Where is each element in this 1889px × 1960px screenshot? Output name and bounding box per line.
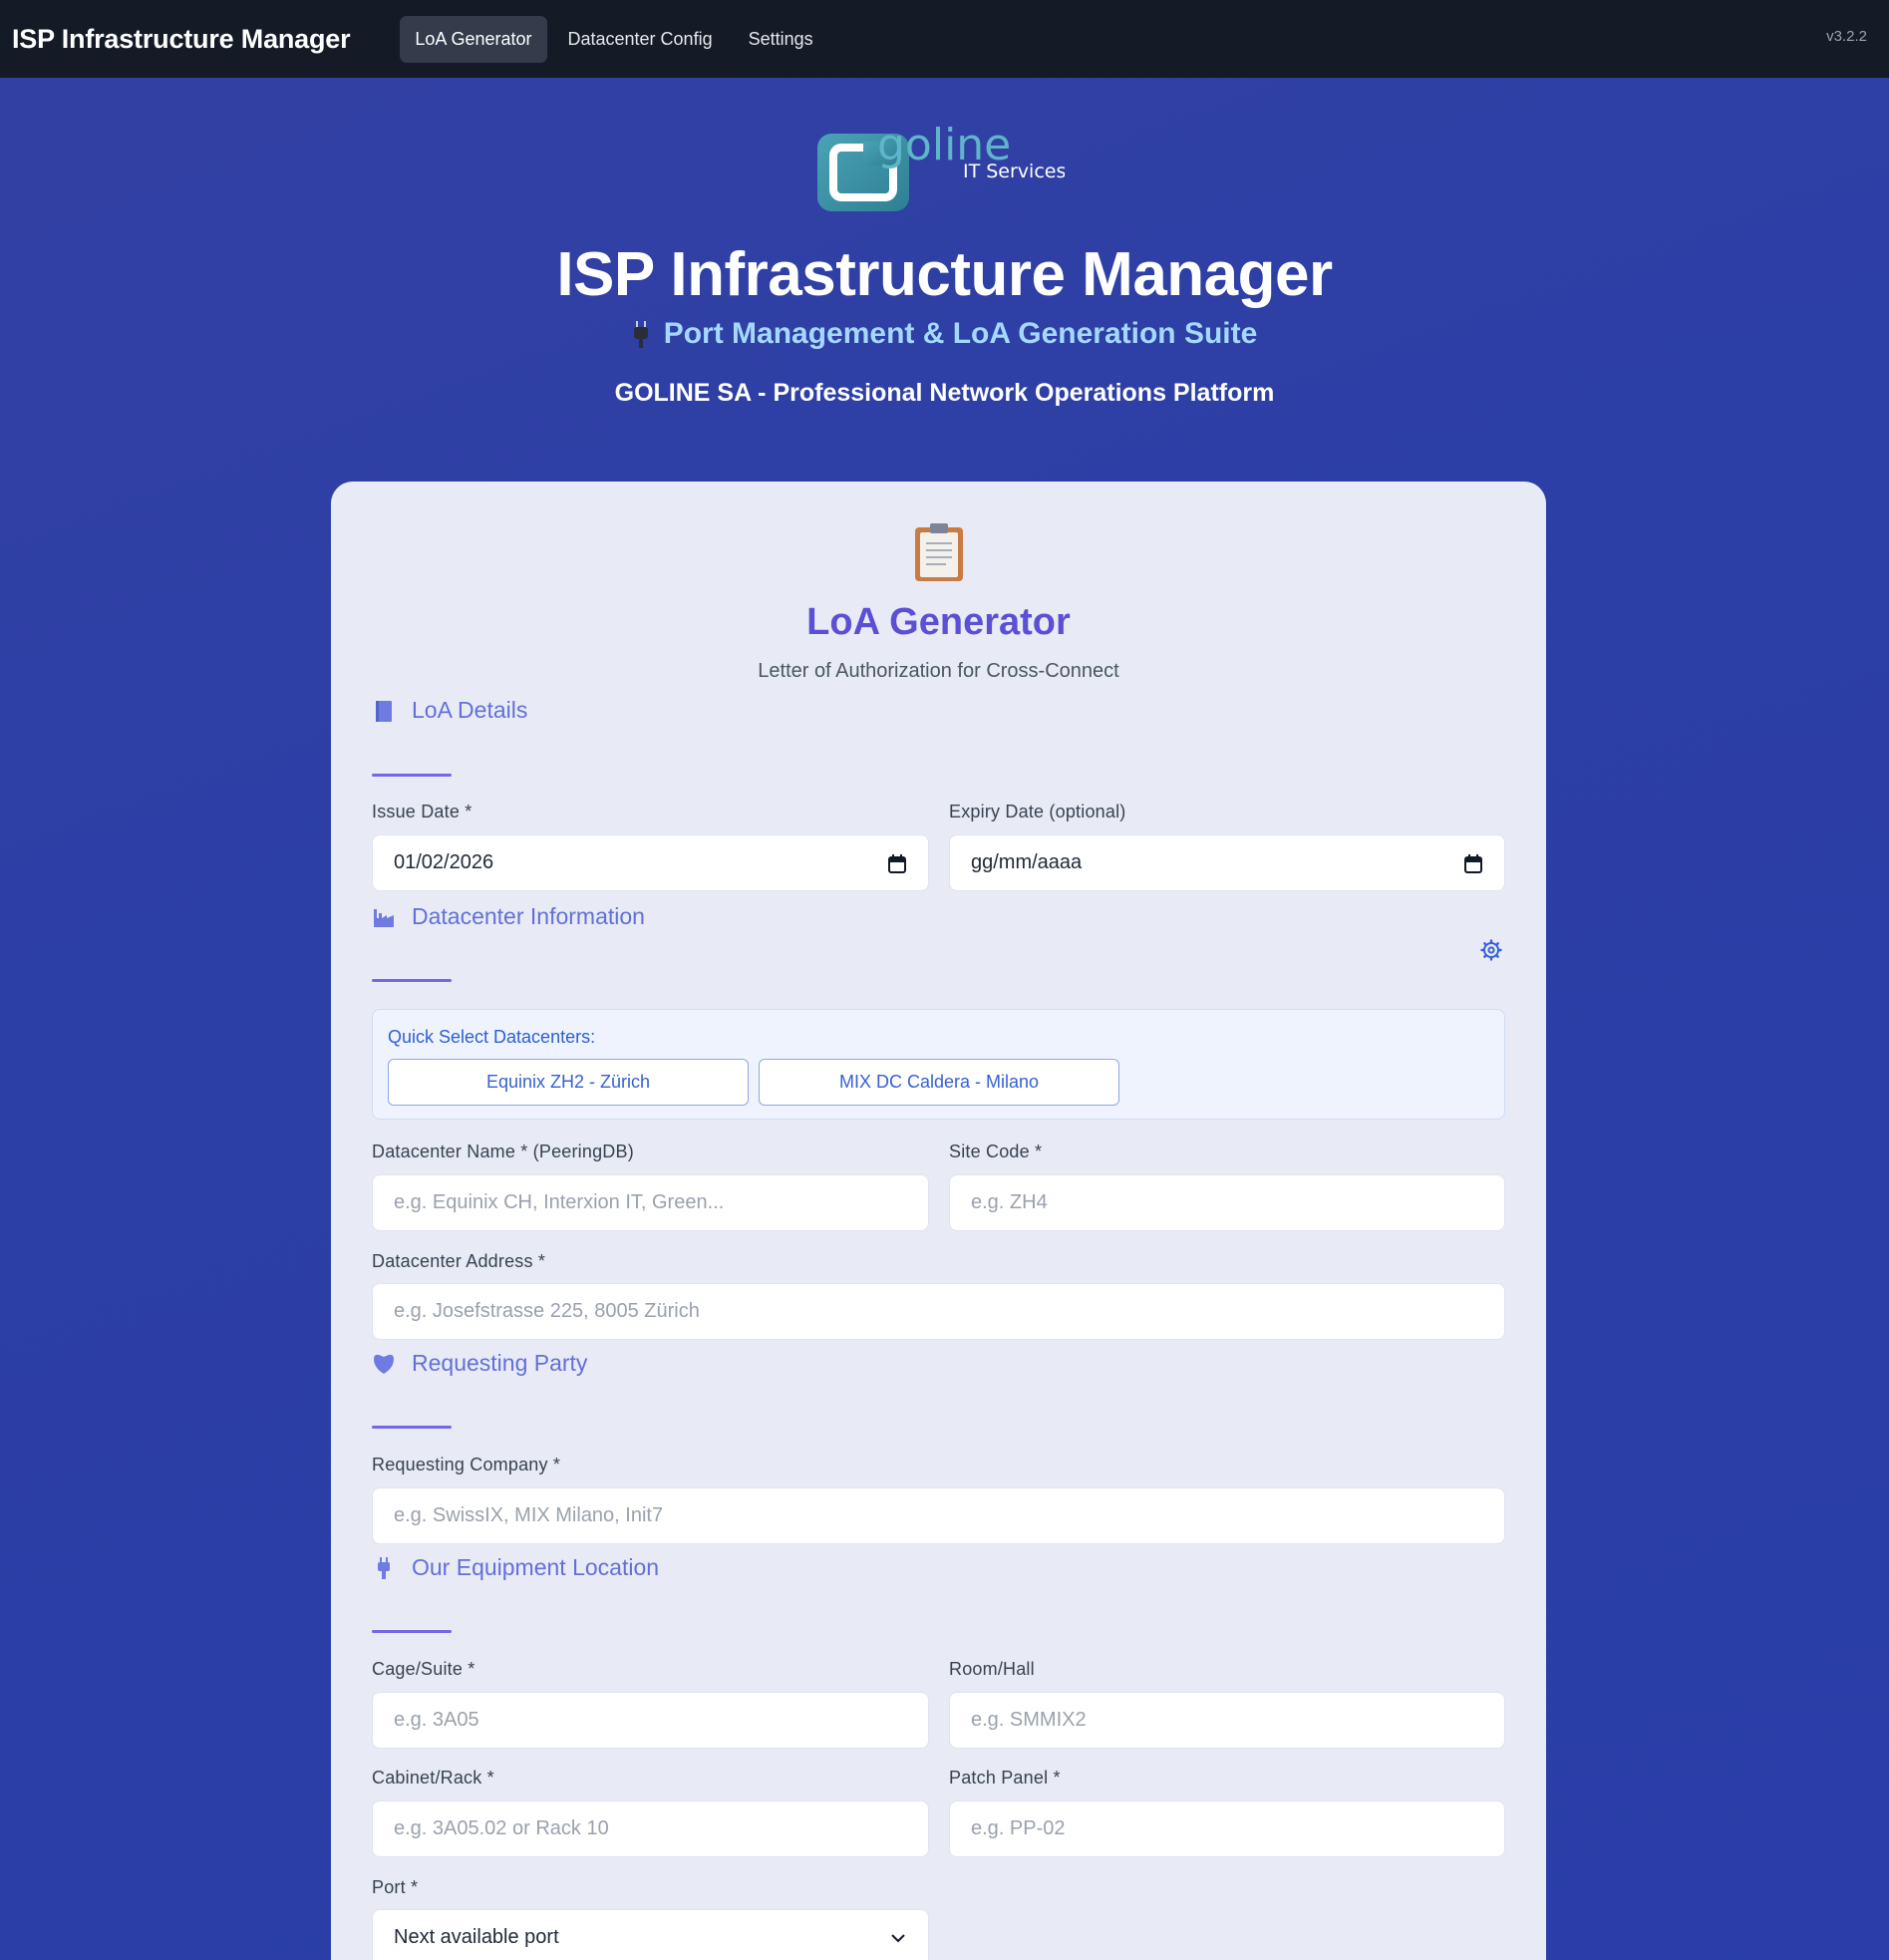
chevron-down-icon[interactable] [890, 1932, 906, 1944]
book-icon [376, 700, 392, 722]
hero-subtitle: Port Management & LoA Generation Suite [0, 317, 1889, 351]
section-underline [372, 774, 452, 777]
expiry-date-value: gg/mm/aaaa [971, 851, 1083, 873]
section-loa-details: LoA Details [372, 697, 527, 724]
plug-icon [378, 1556, 390, 1579]
card-title: LoA Generator [806, 601, 1071, 643]
version-label: v3.2.2 [1826, 28, 1867, 45]
quick-select-label: Quick Select Datacenters: [388, 1027, 596, 1047]
heart-icon [374, 1354, 394, 1374]
expiry-date-label: Expiry Date (optional) [949, 802, 1126, 821]
patch-panel-label: Patch Panel * [949, 1768, 1061, 1788]
section-datacenter-info: Datacenter Information [372, 903, 645, 930]
section-underline [372, 979, 452, 982]
issue-date-input[interactable]: 01/02/2026 [372, 834, 929, 891]
expiry-date-input[interactable]: gg/mm/aaaa [949, 834, 1505, 891]
section-underline [372, 1426, 452, 1429]
quick-select-panel: Quick Select Datacenters: Equinix ZH2 - … [372, 1009, 1505, 1120]
section-title: Datacenter Information [412, 903, 645, 929]
quick-select-equinix-zh2-button[interactable]: Equinix ZH2 - Zürich [388, 1059, 749, 1106]
tab-datacenter-config[interactable]: Datacenter Config [553, 16, 728, 63]
factory-icon [374, 908, 394, 927]
hero-subtitle-text: Port Management & LoA Generation Suite [663, 317, 1258, 350]
section-requesting-party: Requesting Party [372, 1350, 587, 1377]
cage-suite-label: Cage/Suite * [372, 1659, 475, 1679]
nav-tabs: LoA Generator Datacenter Config Settings [400, 15, 828, 63]
quick-select-mix-caldera-button[interactable]: MIX DC Caldera - Milano [759, 1059, 1119, 1106]
section-title: Requesting Party [412, 1350, 588, 1376]
room-hall-label: Room/Hall [949, 1659, 1035, 1679]
navbar-brand[interactable]: ISP Infrastructure Manager [12, 24, 351, 55]
cage-suite-input[interactable]: e.g. 3A05 [372, 1692, 929, 1749]
datacenter-name-input[interactable]: e.g. Equinix CH, Interxion IT, Green... [372, 1174, 929, 1231]
calendar-icon[interactable] [888, 854, 906, 873]
tab-settings[interactable]: Settings [734, 16, 828, 63]
site-code-placeholder: e.g. ZH4 [971, 1191, 1048, 1213]
requesting-company-placeholder: e.g. SwissIX, MIX Milano, Init7 [394, 1504, 664, 1526]
port-select-value: Next available port [394, 1926, 559, 1948]
cage-suite-placeholder: e.g. 3A05 [394, 1709, 479, 1731]
gear-icon[interactable] [1480, 939, 1502, 961]
patch-panel-input[interactable]: e.g. PP-02 [949, 1800, 1505, 1857]
port-label: Port * [372, 1877, 419, 1897]
cabinet-rack-input[interactable]: e.g. 3A05.02 or Rack 10 [372, 1800, 929, 1857]
cabinet-rack-placeholder: e.g. 3A05.02 or Rack 10 [394, 1817, 609, 1839]
site-code-label: Site Code * [949, 1142, 1043, 1161]
card-subtitle: Letter of Authorization for Cross-Connec… [758, 660, 1119, 682]
section-title: LoA Details [412, 697, 528, 723]
top-navbar: ISP Infrastructure Manager LoA Generator… [0, 0, 1889, 78]
cabinet-rack-label: Cabinet/Rack * [372, 1768, 494, 1788]
port-select[interactable]: Next available port [372, 1909, 929, 1960]
hero-title: ISP Infrastructure Manager [556, 240, 1333, 309]
tab-loa-generator[interactable]: LoA Generator [400, 15, 547, 63]
datacenter-address-input[interactable]: e.g. Josefstrasse 225, 8005 Zürich [372, 1283, 1505, 1340]
datacenter-address-label: Datacenter Address * [372, 1251, 546, 1271]
issue-date-value: 01/02/2026 [394, 851, 494, 873]
datacenter-address-placeholder: e.g. Josefstrasse 225, 8005 Zürich [394, 1300, 700, 1322]
requesting-company-label: Requesting Company * [372, 1455, 561, 1474]
room-hall-placeholder: e.g. SMMIX2 [971, 1709, 1087, 1731]
clipboard-icon [915, 523, 963, 581]
section-equipment-location: Our Equipment Location [372, 1554, 659, 1581]
patch-panel-placeholder: e.g. PP-02 [971, 1817, 1066, 1839]
datacenter-name-placeholder: e.g. Equinix CH, Interxion IT, Green... [394, 1191, 725, 1213]
logo-tagline: IT Services [963, 161, 1065, 182]
goline-logo: goline IT Services [815, 120, 1066, 215]
plug-icon [633, 321, 648, 348]
hero-company: GOLINE SA - Professional Network Operati… [614, 379, 1275, 407]
requesting-company-input[interactable]: e.g. SwissIX, MIX Milano, Init7 [372, 1487, 1505, 1544]
issue-date-label: Issue Date * [372, 802, 472, 821]
loa-generator-card: LoA Generator Letter of Authorization fo… [331, 482, 1546, 1960]
room-hall-input[interactable]: e.g. SMMIX2 [949, 1692, 1505, 1749]
section-underline [372, 1630, 452, 1633]
calendar-icon[interactable] [1464, 854, 1482, 873]
section-title: Our Equipment Location [412, 1554, 660, 1580]
datacenter-name-label: Datacenter Name * (PeeringDB) [372, 1142, 634, 1161]
site-code-input[interactable]: e.g. ZH4 [949, 1174, 1505, 1231]
